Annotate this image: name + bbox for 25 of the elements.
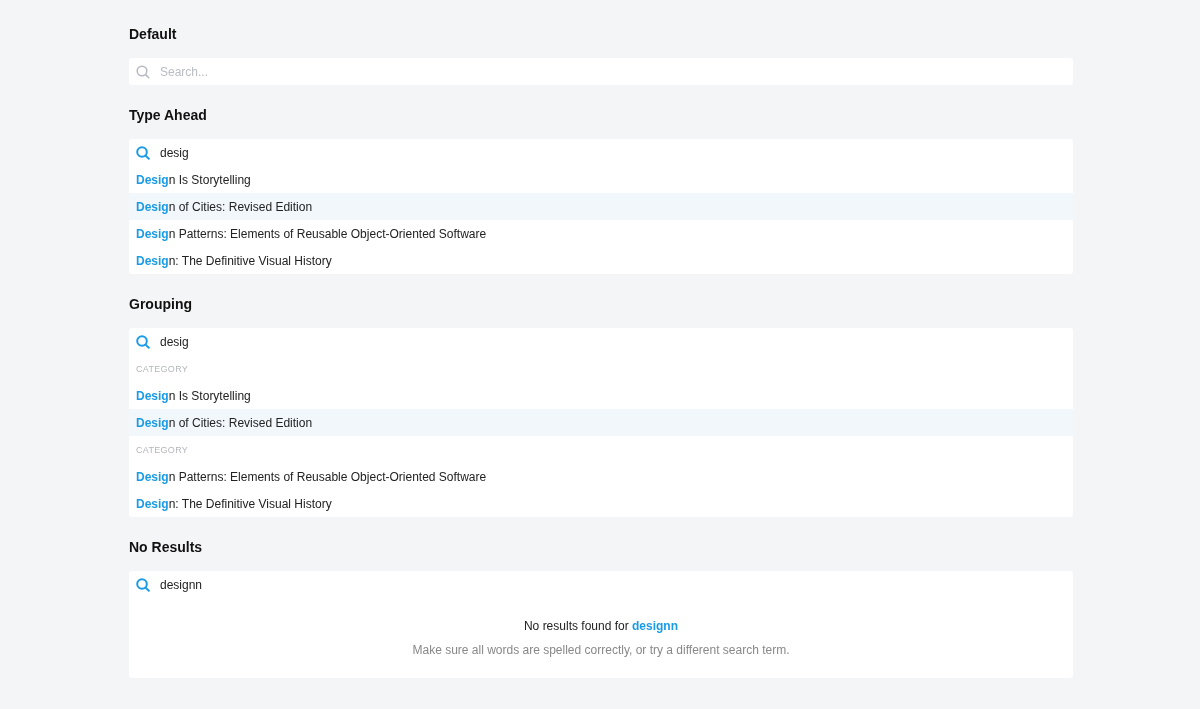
search-field[interactable]: designn <box>160 577 1066 592</box>
no-results-message: No results found for designn <box>523 618 679 635</box>
search-icon <box>136 334 150 349</box>
category-label: CATEGORY <box>135 362 190 376</box>
search-input[interactable]: Search... <box>160 64 1066 79</box>
suggestion-item[interactable]: Design Is Storytelling <box>129 166 1073 193</box>
suggestion-item[interactable]: Design Is Storytelling <box>129 382 1073 409</box>
suggestion-item[interactable]: Design Patterns: Elements of Reusable Object-Oriented Software <box>129 220 1073 247</box>
section-heading: Grouping <box>129 295 193 314</box>
search-icon <box>136 64 150 79</box>
suggestion-item[interactable]: Design: The Definitive Visual History <box>129 247 1073 274</box>
section-heading: Default <box>129 25 178 44</box>
suggestion-item[interactable]: Design of Cities: Revised Edition <box>129 193 1073 220</box>
search-field[interactable]: desig <box>160 334 1066 349</box>
search-icon <box>136 145 150 160</box>
search-field[interactable]: Search... <box>129 58 1073 85</box>
category-label: CATEGORY <box>135 443 190 457</box>
section-heading: Type Ahead <box>129 106 208 125</box>
search-icon <box>136 577 150 592</box>
section-heading: No Results <box>129 538 204 557</box>
suggestion-item[interactable]: Design Patterns: Elements of Reusable Object-Oriented Software <box>129 463 1073 490</box>
no-results-hint: Make sure all words are spelled correctly, or try a different search term. <box>412 642 790 659</box>
suggestion-item[interactable]: Design: The Definitive Visual History <box>129 490 1073 517</box>
suggestion-item[interactable]: Design of Cities: Revised Edition <box>129 409 1073 436</box>
search-field[interactable]: desig <box>160 145 1066 160</box>
